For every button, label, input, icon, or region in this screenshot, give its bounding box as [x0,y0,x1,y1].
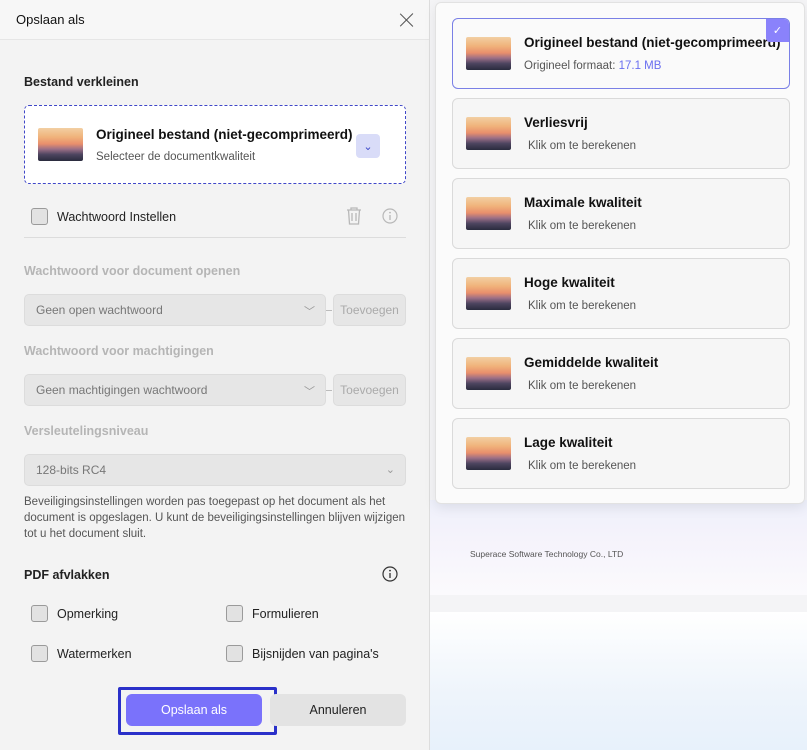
flatten-heading: PDF afvlakken [24,568,110,582]
quality-option-title: Lage kwaliteit [524,435,613,450]
chevron-down-icon: ﹀ [304,386,315,398]
quality-option-subtitle: Klik om te berekenen [528,380,637,392]
document-thumbnail [38,128,83,161]
add-open-password-button[interactable]: Toevoegen [333,294,406,326]
separator [326,310,332,311]
flatten-comments-option[interactable]: Opmerking [31,605,118,622]
background-company-text: Superace Software Technology Co., LTD [470,549,624,559]
checkmark-icon: ✓ [766,19,789,42]
password-toggle[interactable]: Wachtwoord Instellen [31,208,176,225]
quality-option-title: Verliesvrij [524,115,588,130]
flatten-comments-checkbox[interactable] [31,605,48,622]
close-icon[interactable] [399,12,415,28]
quality-dropdown: Origineel bestand (niet-gecomprimeerd) O… [435,2,805,504]
password-checkbox[interactable] [31,208,48,225]
chevron-down-icon[interactable]: ⌄ [356,134,380,158]
file-size: 17.1 MB [618,60,662,72]
quality-option-subtitle: Klik om te berekenen [528,140,637,152]
document-thumbnail [466,117,511,150]
flatten-crop-label: Bijsnijden van pagina's [252,646,379,661]
info-icon[interactable] [382,208,398,224]
quality-option-subtitle: Klik om te berekenen [528,220,637,232]
flatten-crop-checkbox[interactable] [226,645,243,662]
chevron-down-icon: ⌄ [385,464,395,476]
quality-option-high[interactable]: Hoge kwaliteit Klik om te berekenen [452,258,790,329]
flatten-comments-label: Opmerking [57,606,119,621]
document-thumbnail [466,437,511,470]
quality-option-title: Maximale kwaliteit [524,195,642,210]
encryption-label: Versleutelingsniveau [24,424,149,438]
flatten-forms-option[interactable]: Formulieren [226,605,319,622]
save-as-button[interactable]: Opslaan als [126,694,262,726]
divider [24,237,406,238]
quality-option-title: Gemiddelde kwaliteit [524,355,659,370]
document-thumbnail [466,37,511,70]
save-as-dialog: Opslaan als Bestand verkleinen Origineel… [0,0,430,750]
quality-option-low[interactable]: Lage kwaliteit Klik om te berekenen [452,418,790,489]
chevron-down-icon: ﹀ [304,306,315,318]
document-thumbnail [466,357,511,390]
quality-option-maximum[interactable]: Maximale kwaliteit Klik om te berekenen [452,178,790,249]
flatten-forms-checkbox[interactable] [226,605,243,622]
document-thumbnail [466,277,511,310]
password-toggle-label: Wachtwoord Instellen [57,209,177,224]
separator [326,390,332,391]
reduce-file-heading: Bestand verkleinen [24,75,139,89]
info-icon[interactable] [382,566,398,582]
quality-option-subtitle: Klik om te berekenen [528,300,637,312]
quality-option-lossless[interactable]: Verliesvrij Klik om te berekenen [452,98,790,169]
quality-option-original[interactable]: Origineel bestand (niet-gecomprimeerd) O… [452,18,790,89]
trash-icon[interactable] [345,206,363,226]
quality-option-title: Origineel bestand (niet-gecomprimeerd) [524,35,781,50]
quality-option-subtitle: Origineel formaat: 17.1 MB [524,60,662,72]
quality-option-medium[interactable]: Gemiddelde kwaliteit Klik om te berekene… [452,338,790,409]
open-password-select[interactable]: Geen open wachtwoord ﹀ [24,294,326,326]
flatten-crop-option[interactable]: Bijsnijden van pagina's [226,645,379,662]
background-page [430,500,807,595]
open-password-value: Geen open wachtwoord [36,303,163,317]
quality-select[interactable]: Origineel bestand (niet-gecomprimeerd) S… [24,105,406,184]
encryption-value: 128-bits RC4 [36,463,107,477]
dialog-title: Opslaan als [16,12,85,27]
flatten-watermarks-checkbox[interactable] [31,645,48,662]
flatten-forms-label: Formulieren [252,606,319,621]
encryption-select[interactable]: 128-bits RC4 ⌄ [24,454,406,486]
background-page-2 [430,612,807,750]
security-note: Beveiligingsinstellingen worden pas toeg… [24,496,406,540]
add-permissions-password-button[interactable]: Toevoegen [333,374,406,406]
dialog-header: Opslaan als [0,0,429,40]
flatten-watermarks-option[interactable]: Watermerken [31,645,132,662]
open-password-label: Wachtwoord voor document openen [24,264,241,278]
document-thumbnail [466,197,511,230]
permissions-password-value: Geen machtigingen wachtwoord [36,383,208,397]
quality-select-title: Origineel bestand (niet-gecomprimeerd) [96,126,353,142]
flatten-watermarks-label: Watermerken [57,646,132,661]
quality-option-title: Hoge kwaliteit [524,275,615,290]
quality-select-subtitle: Selecteer de documentkwaliteit [96,150,256,163]
permissions-password-select[interactable]: Geen machtigingen wachtwoord ﹀ [24,374,326,406]
permissions-password-label: Wachtwoord voor machtigingen [24,344,214,358]
cancel-button[interactable]: Annuleren [270,694,406,726]
quality-option-subtitle: Klik om te berekenen [528,460,637,472]
